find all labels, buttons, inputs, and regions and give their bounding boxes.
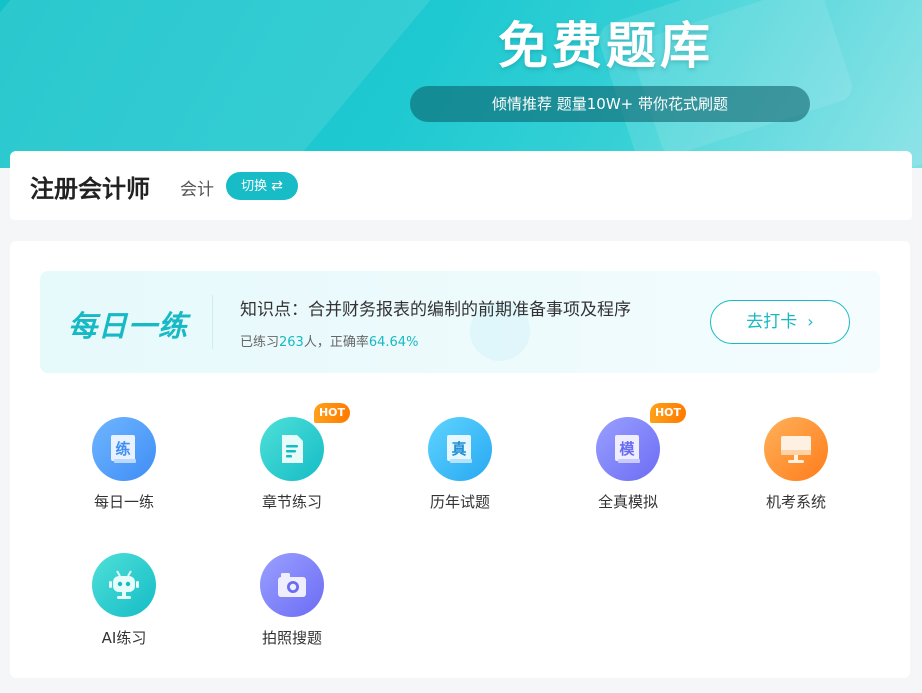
mock-exam-icon: 模 [596,417,660,481]
banner-title: 免费题库 [498,17,714,75]
exam-selector-bar: 注册会计师 会计 切换 ⇄ [10,151,912,220]
feature-label: 机考系统 [765,493,826,511]
feature-past-exams[interactable]: 真 历年试题 [398,417,518,527]
svg-text:真: 真 [451,440,466,458]
daily-topic: 知识点：合并财务报表的编制的前期准备事项及程序 [240,300,631,320]
checkin-label: 去打卡 [746,312,798,332]
chevron-right-icon: › [807,312,814,331]
feature-chapter-practice[interactable]: HOT 章节练习 [230,403,350,527]
banner-subtitle: 倾情推荐 题量10W+ 带你花式刷题 [410,86,810,122]
exam-paper-icon: 真 [428,417,492,481]
checkin-button[interactable]: 去打卡 › [710,300,850,344]
stats-mid: 人，正确率 [303,335,369,350]
exam-subject: 会计 [180,180,214,200]
swap-arrows-icon: ⇄ [271,178,283,194]
feature-computer-exam[interactable]: 机考系统 [734,417,854,527]
hot-badge: HOT [650,403,686,423]
switch-label: 切换 [241,179,268,194]
svg-text:练: 练 [115,440,130,458]
stats-count: 263 [279,335,304,350]
hot-badge: HOT [314,403,350,423]
feature-label: 拍照搜题 [261,629,322,647]
feature-label: AI练习 [101,629,147,647]
practice-book-icon: 练 [92,417,156,481]
feature-label: 历年试题 [429,493,490,511]
computer-icon [764,417,828,481]
exam-name: 注册会计师 [30,175,150,203]
feature-mock-exam[interactable]: 模 HOT 全真模拟 [566,403,686,527]
feature-label: 章节练习 [261,493,322,511]
feature-daily-practice[interactable]: 练 每日一练 [62,417,182,527]
feature-label: 每日一练 [93,493,154,511]
daily-practice-banner: 每日一练 知识点：合并财务报表的编制的前期准备事项及程序 已练习263人，正确率… [40,271,880,373]
feature-label: 全真模拟 [597,493,658,511]
svg-text:模: 模 [619,440,635,458]
robot-icon [92,553,156,617]
daily-stats: 已练习263人，正确率64.64% [240,331,418,350]
document-icon [260,417,324,481]
stats-rate: 64.64% [368,335,419,350]
stats-prefix: 已练习 [240,335,280,350]
feature-photo-search[interactable]: 拍照搜题 [230,553,350,663]
hero-banner: 免费题库 倾情推荐 题量10W+ 带你花式刷题 [0,0,922,168]
camera-icon [260,553,324,617]
question-bank-card: 每日一练 知识点：合并财务报表的编制的前期准备事项及程序 已练习263人，正确率… [10,241,910,678]
switch-exam-button[interactable]: 切换 ⇄ [226,172,298,200]
feature-ai-practice[interactable]: AI练习 [62,553,182,663]
divider [212,295,213,349]
daily-practice-title: 每日一练 [68,309,189,343]
